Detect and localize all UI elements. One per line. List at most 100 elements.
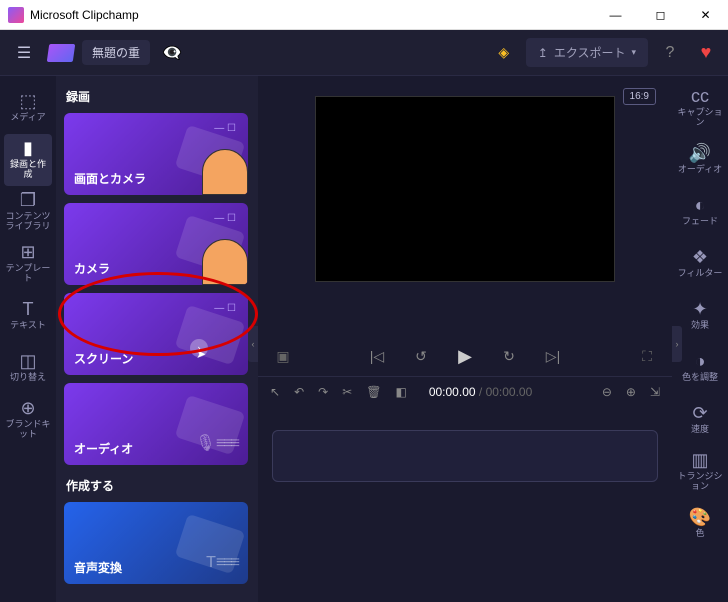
prop-item-label: フィルター (678, 269, 723, 279)
prop-item-transition[interactable]: ▥ トランジション (672, 446, 728, 498)
timecode-total: 00:00.00 (486, 385, 533, 399)
sidebar-item-brand[interactable]: ⊕ ブランドキット (0, 394, 56, 446)
prop-item-speed[interactable]: ⟳ 速度 (672, 394, 728, 446)
menu-button[interactable]: ☰ (8, 37, 40, 69)
card-label: 音声変換 (74, 559, 122, 576)
speed-icon: ⟳ (692, 405, 707, 423)
chevron-down-icon: ▾ (631, 47, 636, 58)
window-close-button[interactable]: ✕ (683, 0, 728, 30)
window-title: Microsoft Clipchamp (30, 8, 593, 22)
effect-icon: ✦ (692, 301, 707, 319)
brand-icon: ⊕ (20, 400, 35, 418)
window-controls-icon: — ☐ (214, 123, 236, 134)
text-to-speech-icon: T ≡≡≡ (206, 554, 238, 572)
cursor-icon: ➤ (196, 347, 206, 361)
sidebar-item-label: 録画と作成 (6, 160, 50, 180)
aspect-ratio-value: 16:9 (630, 91, 649, 102)
prop-item-label: 速度 (691, 425, 709, 435)
skip-end-button[interactable]: ▷| (541, 348, 565, 365)
export-label: エクスポート (554, 44, 626, 61)
card-label: スクリーン (74, 350, 133, 367)
undo-button[interactable]: ↶ (294, 385, 304, 399)
zoom-fit-button[interactable]: ⇲ (650, 385, 660, 399)
center-column: ‹ 16:9 ▣ |◁ ↺ ▶ ↻ ▷| ⛶ ↖ ↶ ↷ ✂ 🗑 ◧ (258, 76, 672, 602)
redo-button[interactable]: ↷ (318, 385, 328, 399)
step-forward-button[interactable]: ↻ (497, 348, 521, 365)
sidebar-item-transitions[interactable]: ◫ 切り替え (0, 342, 56, 394)
prop-item-label: キャプション (674, 108, 726, 128)
help-icon[interactable]: ? (656, 39, 684, 67)
app-logo-icon (8, 7, 24, 23)
sidebar-item-library[interactable]: ❐ コンテンツライブラリ (0, 186, 56, 238)
prop-item-fade[interactable]: ◐ フェード (672, 186, 728, 238)
media-icon: ⬚ (19, 93, 36, 111)
prop-item-label: 色を調整 (682, 373, 718, 383)
upload-icon: ↥ (538, 46, 548, 60)
card-audio[interactable]: 🎙 ≡≡≡ オーディオ (64, 383, 248, 465)
window-minimize-button[interactable]: — (593, 0, 638, 30)
app-header: ☰ 無題の重 👁‍🗨 ◈ ↥ エクスポート ▾ ? ♥ (0, 30, 728, 76)
card-label: オーディオ (74, 440, 133, 457)
palette-icon: 🎨 (689, 509, 711, 527)
fullscreen-icon[interactable]: ⛶ (635, 348, 659, 365)
sidebar-item-record[interactable]: ▮ 録画と作成 (4, 134, 52, 186)
left-tool-rail: ⬚ メディア ▮ 録画と作成 ❐ コンテンツライブラリ ⊞ テンプレート T テ… (0, 76, 56, 602)
aspect-ratio-button[interactable]: 16:9 (623, 88, 656, 105)
panel-collapse-right-button[interactable]: › (672, 326, 682, 362)
contrast-icon: ◑ (695, 353, 706, 371)
prop-item-color[interactable]: 🎨 色 (672, 498, 728, 550)
speaker-icon: 🔊 (689, 145, 711, 163)
project-name[interactable]: 無題の重 (82, 40, 150, 65)
text-icon: T (23, 301, 34, 319)
prop-item-caption[interactable]: cc キャプション (672, 82, 728, 134)
delete-button[interactable]: 🗑 (366, 385, 381, 399)
split-button[interactable]: ◧ (395, 385, 406, 399)
prop-item-label: オーディオ (678, 165, 722, 175)
sidebar-item-label: テンプレート (2, 264, 54, 284)
select-tool-icon[interactable]: ↖ (270, 385, 280, 399)
play-button[interactable]: ▶ (453, 346, 477, 367)
prop-item-filter[interactable]: ❖ フィルター (672, 238, 728, 290)
prop-item-audio[interactable]: 🔊 オーディオ (672, 134, 728, 186)
section-title-record: 録画 (64, 84, 250, 113)
heart-icon[interactable]: ♥ (692, 39, 720, 67)
video-preview[interactable] (315, 96, 615, 282)
person-illustration-icon (202, 149, 248, 195)
panel-collapse-left-button[interactable]: ‹ (248, 326, 258, 362)
window-maximize-button[interactable]: ◻ (638, 0, 683, 30)
card-label: 画面とカメラ (74, 170, 146, 187)
skip-start-button[interactable]: |◁ (365, 348, 389, 365)
premium-icon[interactable]: ◈ (490, 39, 518, 67)
camera-icon: ▮ (23, 140, 33, 158)
prop-item-label: 色 (695, 529, 704, 539)
visibility-off-icon[interactable]: 👁‍🗨 (158, 39, 186, 67)
person-illustration-icon (202, 239, 248, 285)
window-controls-icon: — ☐ (214, 213, 236, 224)
empty-track[interactable] (272, 430, 658, 482)
transition-icon: ◫ (19, 353, 36, 371)
filter-icon: ❖ (692, 249, 708, 267)
sidebar-item-template[interactable]: ⊞ テンプレート (0, 238, 56, 290)
window-controls-icon: — ☐ (214, 303, 236, 314)
template-icon: ⊞ (20, 244, 35, 262)
step-back-button[interactable]: ↺ (409, 348, 433, 365)
card-screen-and-camera[interactable]: — ☐ 画面とカメラ (64, 113, 248, 195)
cut-button[interactable]: ✂ (342, 385, 352, 399)
microphone-icon: 🎙 ≡≡≡ (195, 433, 238, 453)
card-tts[interactable]: T ≡≡≡ 音声変換 (64, 502, 248, 584)
sidebar-item-label: コンテンツライブラリ (2, 212, 54, 232)
sidebar-item-label: メディア (10, 113, 45, 123)
export-button[interactable]: ↥ エクスポート ▾ (526, 38, 648, 67)
main-area: ⬚ メディア ▮ 録画と作成 ❐ コンテンツライブラリ ⊞ テンプレート T テ… (0, 76, 728, 602)
crop-icon[interactable]: ▣ (271, 348, 295, 365)
sidebar-item-media[interactable]: ⬚ メディア (0, 82, 56, 134)
prop-item-label: 効果 (691, 321, 709, 331)
transition-icon: ▥ (691, 452, 708, 470)
zoom-in-button[interactable]: ⊕ (626, 385, 636, 399)
card-camera[interactable]: — ☐ カメラ (64, 203, 248, 285)
timeline-area[interactable] (258, 406, 672, 602)
card-screen[interactable]: — ☐ › ➤ スクリーン (64, 293, 248, 375)
sidebar-item-text[interactable]: T テキスト (0, 290, 56, 342)
preview-area: 16:9 (258, 76, 672, 336)
zoom-out-button[interactable]: ⊖ (602, 385, 612, 399)
